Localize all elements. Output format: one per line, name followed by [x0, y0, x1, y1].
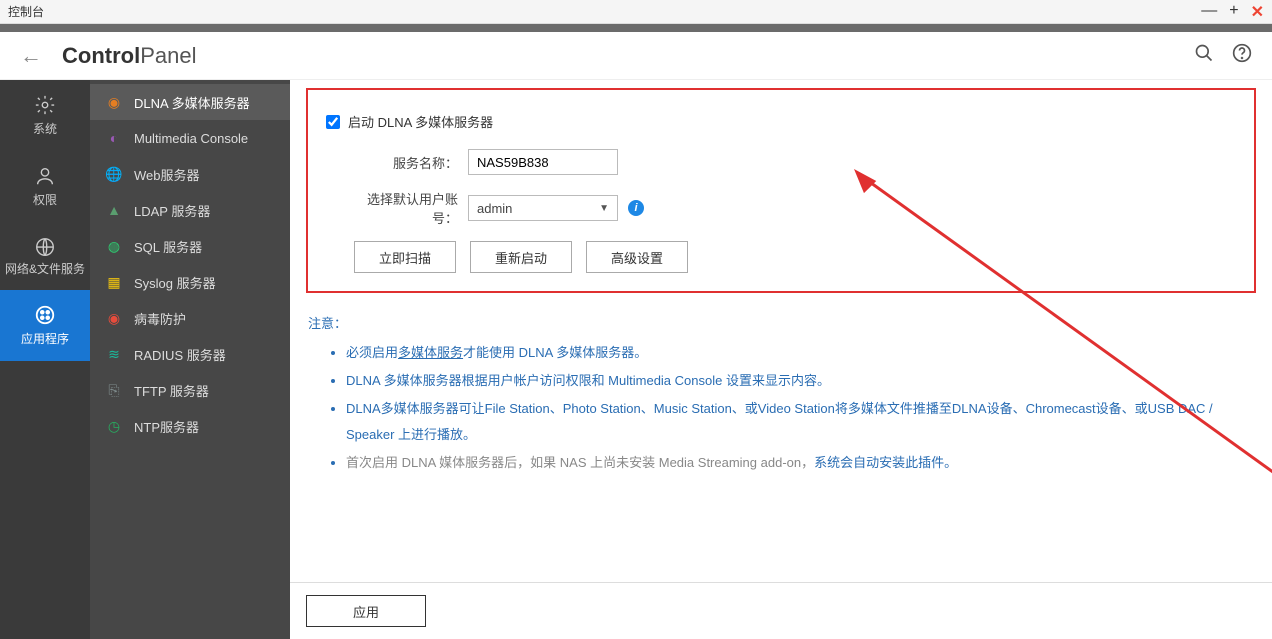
sidebar-item-label: DLNA 多媒体服务器 — [134, 93, 250, 112]
app-title: ControlPanel — [62, 43, 196, 69]
tftp-icon: ⎘ — [104, 380, 124, 400]
default-user-label: 选择默认用户账号： — [348, 189, 458, 227]
ldap-icon: ▲ — [104, 200, 124, 220]
sidebar-item-label: Syslog 服务器 — [134, 273, 216, 292]
window-title: 控制台 — [8, 3, 44, 20]
maximize-icon[interactable]: + — [1229, 2, 1238, 22]
apps-icon — [34, 304, 56, 326]
sidebar-item-ntp[interactable]: ◷ NTP服务器 — [90, 408, 290, 444]
sidebar-item-label: Web服务器 — [134, 165, 200, 184]
search-icon[interactable] — [1194, 43, 1214, 68]
sidebar-item-tftp[interactable]: ⎘ TFTP 服务器 — [90, 372, 290, 408]
syslog-icon: ▦ — [104, 272, 124, 292]
sidebar-item-radius[interactable]: ≋ RADIUS 服务器 — [90, 336, 290, 372]
sidebar-item-antivirus[interactable]: ◉ 病毒防护 — [90, 300, 290, 336]
dlna-icon: ◉ — [104, 92, 124, 112]
minimize-icon[interactable]: — — [1201, 2, 1217, 22]
rail-item-apps[interactable]: 应用程序 — [0, 290, 90, 361]
rail-label: 系统 — [33, 120, 57, 137]
window-titlebar: 控制台 — + ✕ — [0, 0, 1272, 24]
multimedia-service-link[interactable]: 多媒体服务 — [398, 345, 463, 360]
sidebar-item-label: SQL 服务器 — [134, 237, 202, 256]
advanced-settings-button[interactable]: 高级设置 — [586, 241, 688, 273]
rail-label: 应用程序 — [21, 330, 69, 347]
apply-button[interactable]: 应用 — [306, 595, 426, 627]
toolbar-strip — [0, 24, 1272, 32]
window-controls: — + ✕ — [1201, 2, 1264, 22]
sidebar-item-label: NTP服务器 — [134, 417, 199, 436]
sidebar-item-label: 病毒防护 — [134, 309, 186, 328]
info-icon[interactable]: i — [628, 200, 644, 216]
rail-item-permission[interactable]: 权限 — [0, 151, 90, 222]
main: 系统 权限 网络&文件服务 应用程序 ◉ DLNA 多媒体服务器 ◐ Multime… — [0, 80, 1272, 639]
notice-item: 首次启用 DLNA 媒体服务器后，如果 NAS 上尚未安装 Media Stre… — [346, 450, 1256, 476]
globe-icon — [34, 236, 56, 258]
back-icon[interactable]: ← — [20, 43, 42, 69]
notice-item: 必须启用多媒体服务才能使用 DLNA 多媒体服务器。 — [346, 340, 1256, 366]
sidebar-item-label: RADIUS 服务器 — [134, 345, 226, 364]
notice-item: DLNA多媒体服务器可让File Station、Photo Station、M… — [346, 396, 1256, 448]
sidebar-item-label: TFTP 服务器 — [134, 381, 209, 400]
multimedia-icon: ◐ — [104, 128, 124, 148]
sql-icon: ◍ — [104, 236, 124, 256]
rail-label: 权限 — [33, 191, 57, 208]
scan-now-button[interactable]: 立即扫描 — [354, 241, 456, 273]
service-name-label: 服务名称： — [348, 153, 458, 172]
rail-item-network[interactable]: 网络&文件服务 — [0, 222, 90, 290]
sidebar-item-syslog[interactable]: ▦ Syslog 服务器 — [90, 264, 290, 300]
sidebar-item-sql[interactable]: ◍ SQL 服务器 — [90, 228, 290, 264]
chevron-down-icon: ▼ — [599, 203, 609, 214]
web-icon: 🌐 — [104, 164, 124, 184]
radius-icon: ≋ — [104, 344, 124, 364]
enable-dlna-checkbox[interactable] — [326, 115, 340, 129]
ntp-icon: ◷ — [104, 416, 124, 436]
header-actions — [1194, 43, 1252, 68]
enable-checkbox-row: 启动 DLNA 多媒体服务器 — [326, 112, 1236, 131]
enable-dlna-label: 启动 DLNA 多媒体服务器 — [348, 112, 493, 131]
service-name-input[interactable] — [468, 149, 618, 175]
rail-label: 网络&文件服务 — [5, 262, 85, 276]
close-icon[interactable]: ✕ — [1251, 2, 1264, 22]
sidebar-item-dlna[interactable]: ◉ DLNA 多媒体服务器 — [90, 84, 290, 120]
rail-item-system[interactable]: 系统 — [0, 80, 90, 151]
user-icon — [34, 165, 56, 187]
sidebar-item-label: LDAP 服务器 — [134, 201, 210, 220]
shield-icon: ◉ — [104, 308, 124, 328]
settings-panel: 启动 DLNA 多媒体服务器 服务名称： 选择默认用户账号： admin ▼ i… — [306, 88, 1256, 293]
sidebar-item-ldap[interactable]: ▲ LDAP 服务器 — [90, 192, 290, 228]
gear-icon — [34, 94, 56, 116]
sidebar-item-multimedia[interactable]: ◐ Multimedia Console — [90, 120, 290, 156]
content-area: 启动 DLNA 多媒体服务器 服务名称： 选择默认用户账号： admin ▼ i… — [290, 80, 1272, 639]
restart-button[interactable]: 重新启动 — [470, 241, 572, 273]
service-name-row: 服务名称： — [326, 149, 1236, 175]
action-buttons: 立即扫描 重新启动 高级设置 — [326, 241, 1236, 273]
notice-list: 必须启用多媒体服务才能使用 DLNA 多媒体服务器。 DLNA 多媒体服务器根据… — [306, 340, 1256, 476]
help-icon[interactable] — [1232, 43, 1252, 68]
default-user-select[interactable]: admin ▼ — [468, 195, 618, 221]
notice-heading: 注意： — [308, 313, 1256, 332]
notice-item: DLNA 多媒体服务器根据用户帐户访问权限和 Multimedia Consol… — [346, 368, 1256, 394]
sidebar-item-label: Multimedia Console — [134, 131, 248, 146]
footer: 应用 — [290, 582, 1272, 639]
select-value: admin — [477, 201, 512, 216]
sidebar-item-web[interactable]: 🌐 Web服务器 — [90, 156, 290, 192]
default-user-row: 选择默认用户账号： admin ▼ i — [326, 189, 1236, 227]
sidebar: ◉ DLNA 多媒体服务器 ◐ Multimedia Console 🌐 Web服务器… — [90, 80, 290, 639]
nav-rail: 系统 权限 网络&文件服务 应用程序 — [0, 80, 90, 639]
header: ← ControlPanel — [0, 32, 1272, 80]
